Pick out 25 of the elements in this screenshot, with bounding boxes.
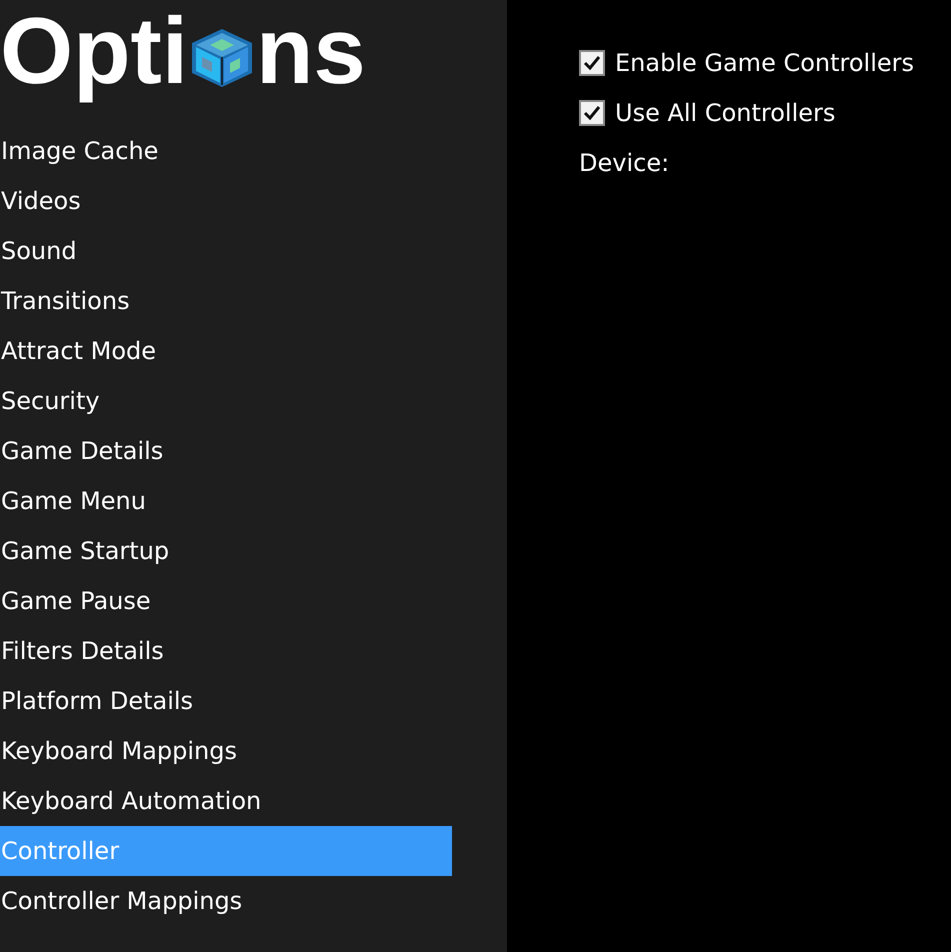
sidebar-item[interactable]: Game Pause (0, 576, 452, 626)
sidebar-item[interactable]: Transitions (0, 276, 452, 326)
cube-logo-icon (190, 27, 254, 89)
sidebar-item[interactable]: Controller Mappings (0, 876, 452, 926)
title-text: ns (256, 0, 366, 106)
sidebar-item[interactable]: Image Cache (0, 126, 452, 176)
sidebar-item[interactable]: Security (0, 376, 452, 426)
sidebar-item[interactable]: Keyboard Automation (0, 776, 452, 826)
sidebar-item[interactable]: Filters Details (0, 626, 452, 676)
sidebar-item[interactable]: Game Details (0, 426, 452, 476)
title-text: Opti (0, 0, 188, 106)
checkbox-label: Enable Game Controllers (615, 49, 914, 77)
sidebar-item[interactable]: Sound (0, 226, 452, 276)
checkbox[interactable] (579, 50, 605, 76)
device-label: Device: (579, 149, 670, 177)
checkbox[interactable] (579, 100, 605, 126)
sidebar-item[interactable]: Game Startup (0, 526, 452, 576)
sidebar-item[interactable]: Game Menu (0, 476, 452, 526)
sidebar-item[interactable]: Keyboard Mappings (0, 726, 452, 776)
check-icon (583, 104, 601, 122)
sidebar-item[interactable]: Platform Details (0, 676, 452, 726)
check-icon (583, 54, 601, 72)
sidebar-item[interactable]: Videos (0, 176, 452, 226)
checkbox-label: Use All Controllers (615, 99, 836, 127)
sidebar-item[interactable]: Attract Mode (0, 326, 452, 376)
